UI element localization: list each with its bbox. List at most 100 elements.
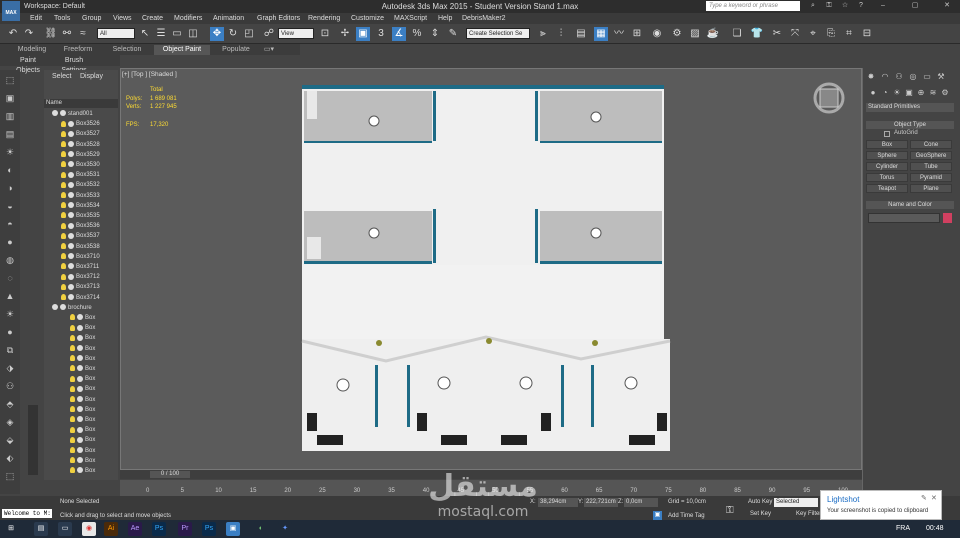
add-time-tag[interactable]: Add Time Tag [668,513,705,519]
y-coordinate-field[interactable]: 222,721cm [584,498,618,507]
rect-selection-icon[interactable]: ▭ [170,27,184,41]
tree-item[interactable]: Box3532 [61,180,100,190]
menu-graph-editors[interactable]: Graph Editors [257,13,300,24]
tool-d-icon[interactable]: ⎘ [824,27,838,41]
modify-tab-icon[interactable]: ◠ [880,71,890,82]
angle-snap-icon[interactable]: ∡ [392,27,406,41]
light-bulb-icon[interactable] [61,161,66,168]
systems-icon[interactable]: ⚙ [940,87,950,98]
tool-c-icon[interactable]: ⌖ [806,27,820,41]
tab-selection[interactable]: Selection [106,45,148,55]
light-bulb-icon[interactable] [70,396,75,403]
tree-item[interactable]: Box3534 [61,201,100,211]
geometry-icon[interactable]: ● [868,87,878,98]
menu-animation[interactable]: Animation [213,13,244,24]
autogrid-checkbox[interactable] [884,131,890,137]
menu-edit[interactable]: Edit [30,13,42,24]
select-object-icon[interactable]: ↖ [138,27,152,41]
group-filter-icon[interactable]: ◓ [4,218,16,230]
tab-select[interactable]: Select [52,73,71,80]
close-notification-icon[interactable]: ✕ [931,494,937,502]
star-icon[interactable]: ☆ [838,1,852,11]
frozen-filter-icon[interactable]: ▲ [4,290,16,302]
tree-item[interactable]: Box [70,323,95,333]
light-bulb-icon[interactable] [61,263,66,270]
help-icon[interactable]: ? [854,1,868,11]
plane-button[interactable]: Plane [910,184,952,193]
light-bulb-icon[interactable] [61,130,66,137]
set-key-button[interactable]: Set Key [750,511,771,517]
pin-notification-icon[interactable]: ✎ [921,494,927,502]
menu-modifiers[interactable]: Modifiers [174,13,202,24]
group-icon[interactable] [52,110,58,117]
minimize-button[interactable]: – [876,1,890,11]
tab-modeling[interactable]: Modeling [12,45,52,55]
layer-manager-icon[interactable]: ▤ [574,27,588,41]
filter-icon[interactable]: ▥ [4,110,16,122]
tool-f-icon[interactable]: ⊟ [860,27,874,41]
tree-item[interactable]: Box3710 [61,252,100,262]
xref-filter-icon[interactable]: ● [4,236,16,248]
explorer-taskbar-icon[interactable]: ▤ [34,522,48,536]
render-setup-icon[interactable]: ⚙ [670,27,684,41]
redo-icon[interactable]: ↷ [22,27,36,41]
premiere-taskbar-icon[interactable]: Pr [178,522,192,536]
tab-object-paint[interactable]: Object Paint [154,45,210,55]
light-bulb-icon[interactable] [61,171,66,178]
light-bulb-icon[interactable] [70,345,75,352]
folder-taskbar-icon[interactable]: ▭ [58,522,72,536]
bind-spacewarp-icon[interactable]: ≈ [76,27,90,41]
light-bulb-icon[interactable] [70,436,75,443]
light-filter-icon[interactable]: ☀ [4,146,16,158]
key-icon[interactable]: ⚿ [822,1,836,11]
graphite-toggle-icon[interactable]: ▦ [594,27,608,41]
app-logo-button[interactable]: MAX [2,1,20,21]
create-tab-icon[interactable]: ✸ [866,71,876,82]
search-input[interactable]: Type a keyword or phrase [706,1,800,11]
tree-item[interactable]: Box3714 [61,293,100,303]
light-bulb-icon[interactable] [61,294,66,301]
tree-item[interactable]: Box [70,425,95,435]
selection-filter-select[interactable]: All [97,28,135,39]
tree-item[interactable]: Box3711 [61,262,99,272]
percent-snap-icon[interactable]: % [410,27,424,41]
menu-debrismaker[interactable]: DebrisMaker2 [462,13,506,24]
tab-display[interactable]: Display [80,73,103,80]
tree-item[interactable]: Box3530 [61,160,100,170]
3dsmax-taskbar-icon[interactable]: ▣ [226,522,240,536]
teapot-button[interactable]: Teapot [866,184,908,193]
light-bulb-icon[interactable] [70,334,75,341]
light-bulb-icon[interactable] [61,253,66,260]
pivot-center-icon[interactable]: ⊡ [318,27,332,41]
display-icon[interactable]: ▣ [4,92,16,104]
name-color-rollout[interactable]: Name and Color [866,201,954,209]
light-bulb-icon[interactable] [61,212,66,219]
tool-e-icon[interactable]: ⌗ [842,27,856,41]
tree-item[interactable]: Box [70,456,95,466]
tree-item[interactable]: Box [70,446,95,456]
time-slider-thumb[interactable]: 0 / 100 [150,471,190,478]
tree-item[interactable]: brochure [52,303,92,313]
light-bulb-icon[interactable] [61,181,66,188]
hierarchy-tab-icon[interactable]: ⚇ [894,71,904,82]
language-indicator[interactable]: FRA [896,525,910,532]
tree-item[interactable]: Box [70,333,95,343]
render-production-icon[interactable]: ☕ [706,27,720,41]
menu-views[interactable]: Views [113,13,132,24]
find-icon[interactable]: ◈ [4,416,16,428]
ribbon-options-icon[interactable]: ▭▾ [262,45,276,55]
tree-item[interactable]: Box [70,374,95,384]
tool-b-icon[interactable]: ⤧ [788,27,802,41]
group-icon[interactable] [52,304,58,311]
tshirt-icon[interactable]: 👕 [750,27,764,41]
app-taskbar-icon[interactable]: ◐ [254,522,268,536]
tree-item[interactable]: Box [70,466,95,476]
tree-item[interactable]: Box [70,435,95,445]
spacewarps-icon[interactable]: ≋ [928,87,938,98]
maximize-button[interactable]: ▢ [908,1,922,11]
light-bulb-icon[interactable] [70,426,75,433]
z-coordinate-field[interactable]: 0,0cm [624,498,658,507]
named-selection-set-select[interactable]: Create Selection Se [466,28,530,39]
maxscript-listener[interactable]: Welcome to M: [2,509,52,518]
keyboard-shortcut-icon[interactable]: ▣ [356,27,370,41]
